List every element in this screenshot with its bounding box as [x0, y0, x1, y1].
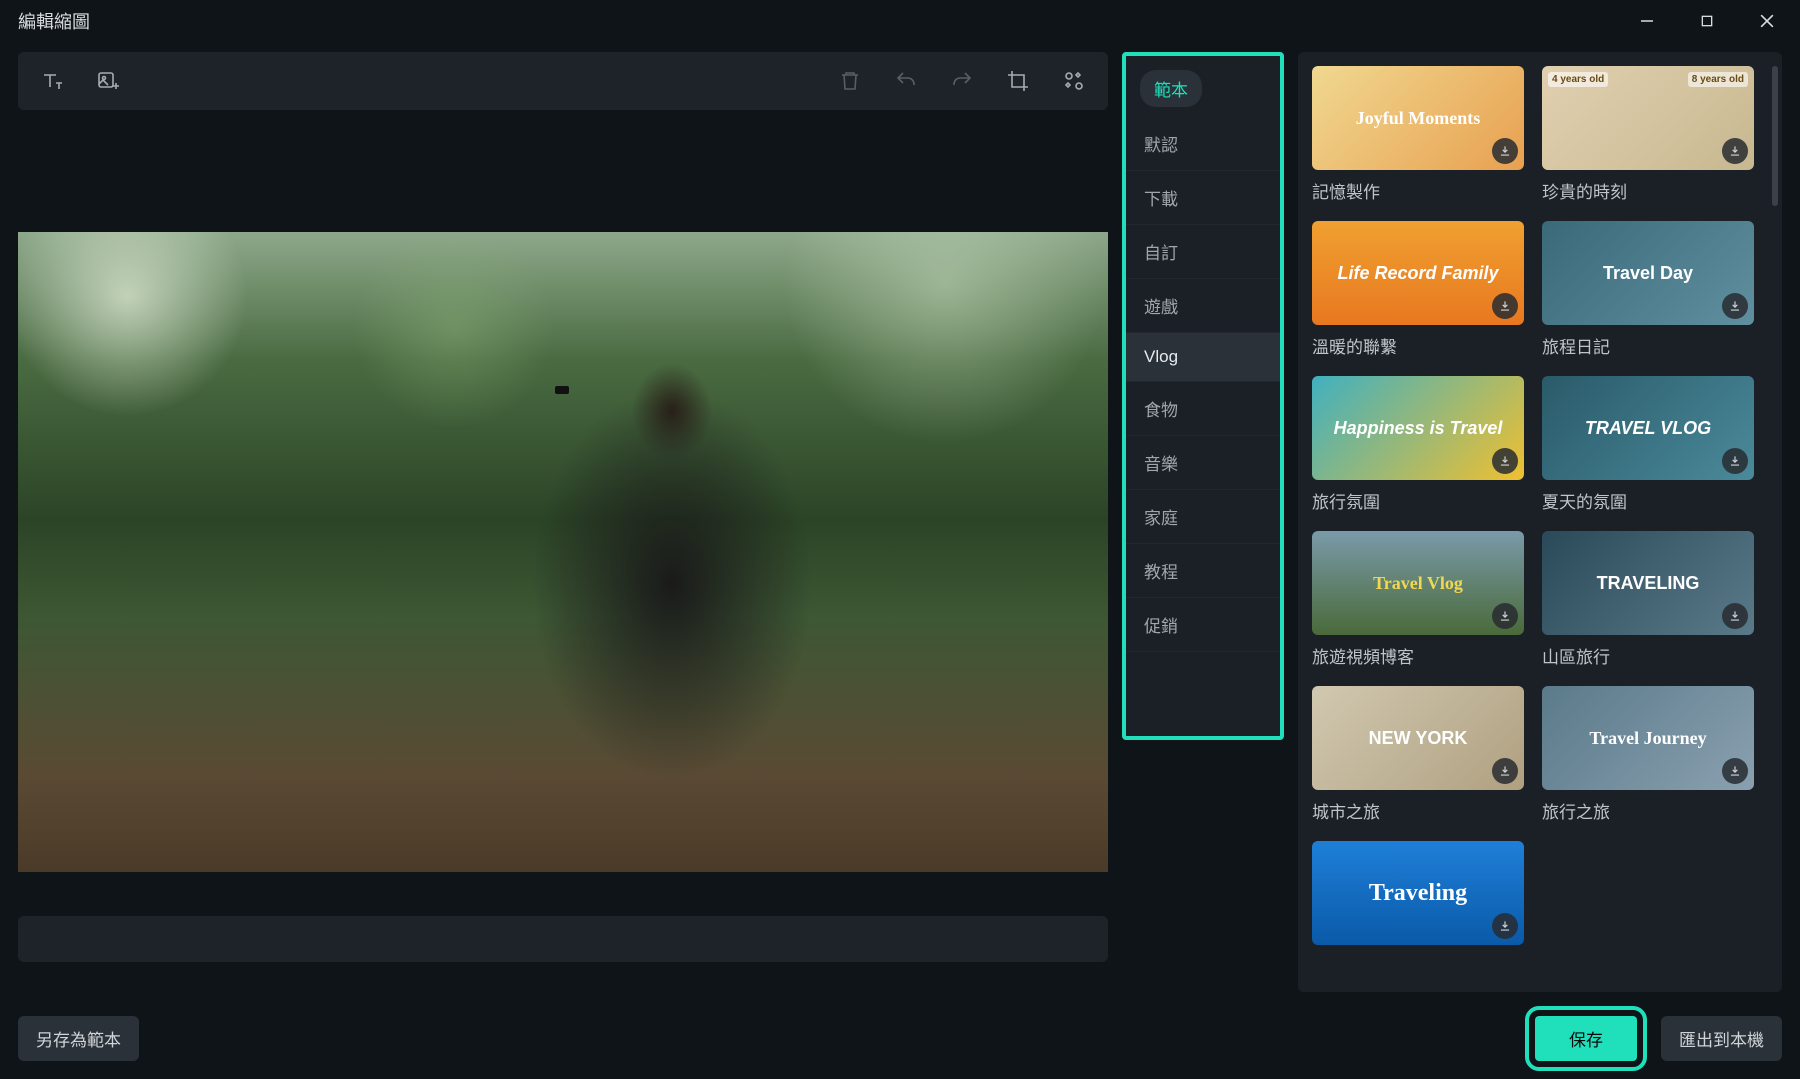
template-label: 旅遊視頻博客	[1312, 643, 1524, 668]
template-thumb-text: Joyful Moments	[1356, 108, 1481, 129]
download-icon[interactable]	[1722, 603, 1748, 629]
category-item[interactable]: 家庭	[1126, 490, 1280, 544]
template-thumbnail: Life Record Family	[1312, 221, 1524, 325]
editor-toolbar	[18, 52, 1108, 110]
redo-icon[interactable]	[948, 67, 976, 95]
download-icon[interactable]	[1492, 603, 1518, 629]
download-icon[interactable]	[1722, 448, 1748, 474]
template-thumbnail: NEW YORK	[1312, 686, 1524, 790]
delete-icon[interactable]	[836, 67, 864, 95]
template-label: 旅行氛圍	[1312, 488, 1524, 513]
category-item[interactable]: Vlog	[1126, 333, 1280, 382]
template-thumbnail: Travel Journey	[1542, 686, 1754, 790]
template-label: 夏天的氛圍	[1542, 488, 1754, 513]
category-item[interactable]: 下載	[1126, 171, 1280, 225]
download-icon[interactable]	[1722, 758, 1748, 784]
tab-templates[interactable]: 範本	[1140, 70, 1202, 107]
template-thumb-text: TRAVELING	[1597, 573, 1700, 594]
template-thumbnail: 4 years old 8 years old	[1542, 66, 1754, 170]
minimize-icon[interactable]	[1632, 6, 1662, 36]
title-bar: 編輯縮圖	[0, 0, 1800, 42]
save-as-template-button[interactable]: 另存為範本	[18, 1016, 139, 1061]
template-thumb-text: Travel Day	[1603, 263, 1693, 284]
templates-grid: Joyful Moments 記憶製作 4 years old 8 years old…	[1312, 66, 1754, 945]
template-card[interactable]: Travel Journey 旅行之旅	[1542, 686, 1754, 823]
template-card[interactable]: Travel Day 旅程日記	[1542, 221, 1754, 358]
tool-group-left	[38, 67, 122, 95]
export-local-button[interactable]: 匯出到本機	[1661, 1016, 1782, 1061]
download-icon[interactable]	[1492, 913, 1518, 939]
category-item[interactable]: 遊戲	[1126, 279, 1280, 333]
template-thumbnail: TRAVELING	[1542, 531, 1754, 635]
add-image-icon[interactable]	[94, 67, 122, 95]
scrollbar[interactable]	[1772, 66, 1778, 206]
preview-area[interactable]	[18, 124, 1108, 902]
save-button[interactable]: 保存	[1535, 1016, 1637, 1061]
category-item[interactable]: 自訂	[1126, 225, 1280, 279]
template-card[interactable]: TRAVEL VLOG 夏天的氛圍	[1542, 376, 1754, 513]
template-card[interactable]: Joyful Moments 記憶製作	[1312, 66, 1524, 203]
category-list: 默認下載自訂遊戲Vlog食物音樂家庭教程促銷	[1126, 117, 1280, 652]
ai-enhance-icon[interactable]	[1060, 67, 1088, 95]
window-controls	[1632, 6, 1782, 36]
main-layout: 範本 默認下載自訂遊戲Vlog食物音樂家庭教程促銷 Joyful Moments…	[0, 42, 1800, 962]
template-card[interactable]: Travel Vlog 旅遊視頻博客	[1312, 531, 1524, 668]
thumbnail-preview-image	[18, 232, 1108, 872]
template-thumbnail: TRAVEL VLOG	[1542, 376, 1754, 480]
template-card[interactable]: Happiness is Travel 旅行氛圍	[1312, 376, 1524, 513]
template-thumb-text: Travel Journey	[1589, 728, 1706, 749]
footer-right: 保存 匯出到本機	[1535, 1016, 1782, 1061]
editor-panel	[18, 52, 1108, 962]
template-thumbnail: Happiness is Travel	[1312, 376, 1524, 480]
download-icon[interactable]	[1492, 138, 1518, 164]
undo-icon[interactable]	[892, 67, 920, 95]
template-label: 旅程日記	[1542, 333, 1754, 358]
template-thumb-text: Happiness is Travel	[1334, 418, 1503, 439]
age-badge: 8 years old	[1688, 72, 1748, 87]
category-item[interactable]: 音樂	[1126, 436, 1280, 490]
close-icon[interactable]	[1752, 6, 1782, 36]
template-card[interactable]: Life Record Family 溫暖的聯繫	[1312, 221, 1524, 358]
template-card[interactable]: 4 years old 8 years old 珍貴的時刻	[1542, 66, 1754, 203]
download-icon[interactable]	[1722, 138, 1748, 164]
template-label: 山區旅行	[1542, 643, 1754, 668]
template-thumbnail: Travel Day	[1542, 221, 1754, 325]
category-item[interactable]: 教程	[1126, 544, 1280, 598]
caption-input-bar[interactable]	[18, 916, 1108, 962]
template-thumb-text: Traveling	[1369, 880, 1467, 907]
download-icon[interactable]	[1492, 293, 1518, 319]
template-thumb-text: Life Record Family	[1337, 263, 1498, 284]
template-card[interactable]: TRAVELING 山區旅行	[1542, 531, 1754, 668]
category-panel: 範本 默認下載自訂遊戲Vlog食物音樂家庭教程促銷	[1122, 52, 1284, 740]
template-thumb-text: NEW YORK	[1369, 728, 1468, 749]
download-icon[interactable]	[1492, 448, 1518, 474]
template-label: 珍貴的時刻	[1542, 178, 1754, 203]
template-card[interactable]: NEW YORK 城市之旅	[1312, 686, 1524, 823]
template-thumb-text: Travel Vlog	[1373, 573, 1463, 594]
template-label: 溫暖的聯繫	[1312, 333, 1524, 358]
download-icon[interactable]	[1492, 758, 1518, 784]
add-text-icon[interactable]	[38, 67, 66, 95]
category-item[interactable]: 食物	[1126, 382, 1280, 436]
template-label: 城市之旅	[1312, 798, 1524, 823]
template-thumbnail: Joyful Moments	[1312, 66, 1524, 170]
download-icon[interactable]	[1722, 293, 1748, 319]
category-item[interactable]: 促銷	[1126, 598, 1280, 652]
template-card[interactable]: Traveling	[1312, 841, 1524, 945]
template-label: 記憶製作	[1312, 178, 1524, 203]
category-item[interactable]: 默認	[1126, 117, 1280, 171]
age-badge: 4 years old	[1548, 72, 1608, 87]
crop-icon[interactable]	[1004, 67, 1032, 95]
templates-panel: Joyful Moments 記憶製作 4 years old 8 years old…	[1298, 52, 1782, 992]
template-thumb-text: TRAVEL VLOG	[1585, 418, 1711, 439]
template-label: 旅行之旅	[1542, 798, 1754, 823]
template-thumbnail: Traveling	[1312, 841, 1524, 945]
category-tab-header: 範本	[1126, 64, 1280, 117]
tool-group-right	[836, 67, 1088, 95]
maximize-icon[interactable]	[1692, 6, 1722, 36]
window-title: 編輯縮圖	[18, 8, 90, 34]
footer: 另存為範本 保存 匯出到本機	[18, 1016, 1782, 1061]
template-thumbnail: Travel Vlog	[1312, 531, 1524, 635]
